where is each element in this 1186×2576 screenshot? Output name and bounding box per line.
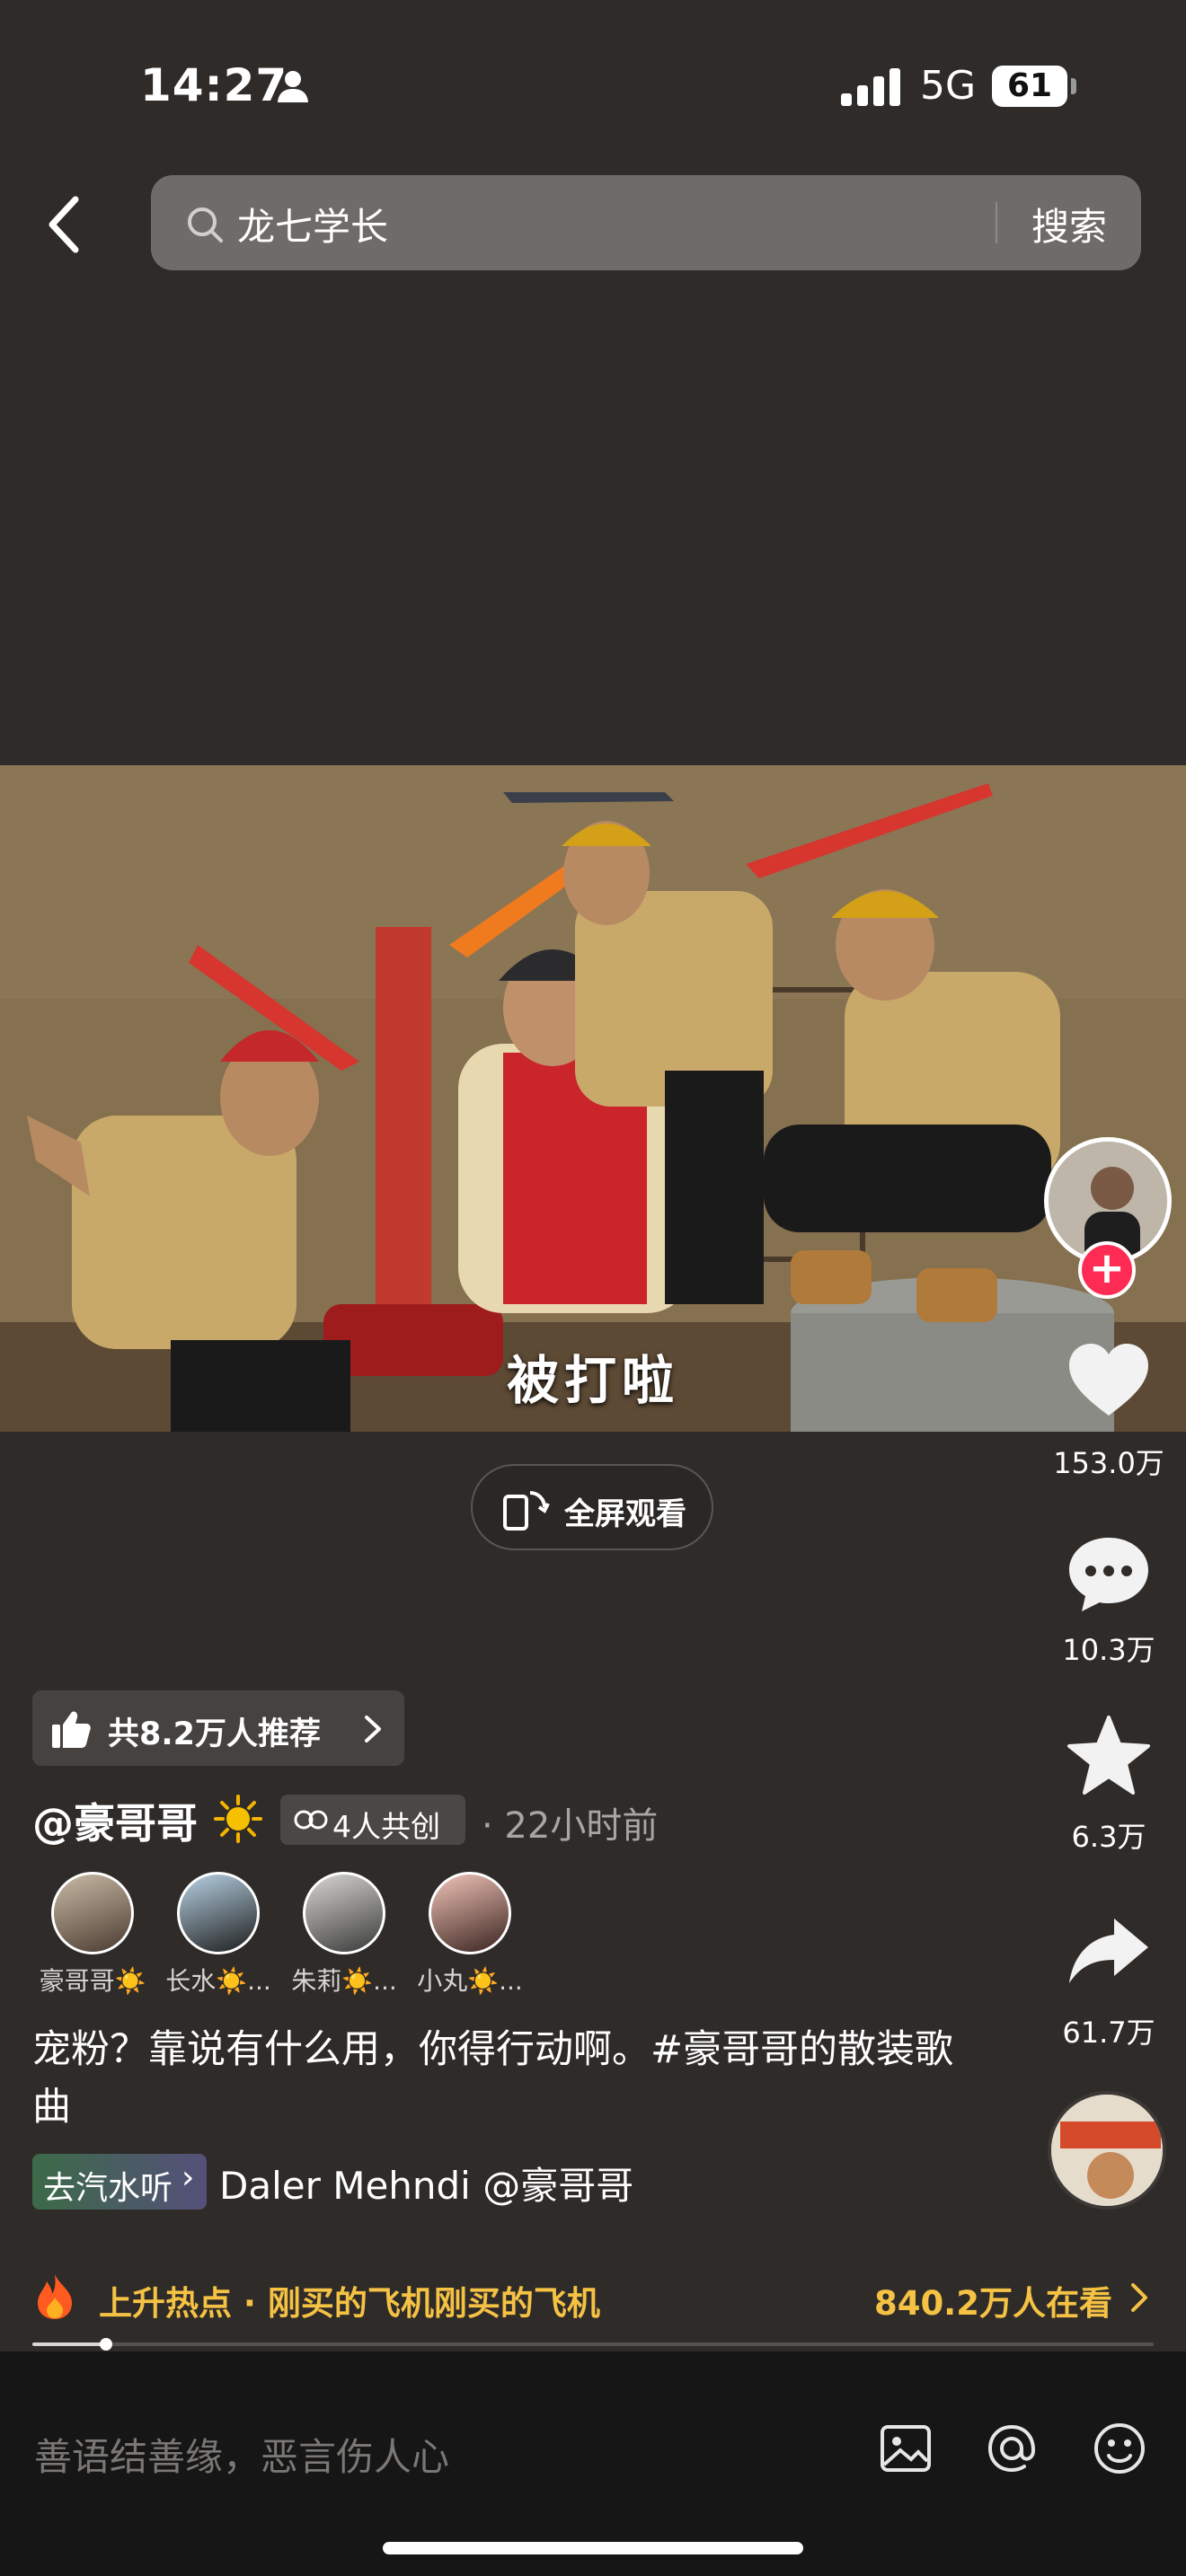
author-handle[interactable]: @豪哥哥 bbox=[32, 1791, 198, 1850]
collaborator[interactable]: 小丸☀️... bbox=[403, 1872, 537, 1998]
share-icon[interactable] bbox=[1064, 1906, 1154, 1996]
qishui-label: 去汽水听 bbox=[43, 2170, 173, 2207]
follow-button[interactable]: + bbox=[1078, 1241, 1136, 1299]
video-player[interactable]: 被打啦 bbox=[0, 765, 1186, 1432]
collaborator[interactable]: 豪哥哥☀️ bbox=[25, 1872, 160, 1998]
emoji-icon[interactable] bbox=[1087, 2416, 1152, 2481]
collaborator-name: 小丸☀️... bbox=[417, 1966, 523, 1996]
comment-count: 10.3万 bbox=[1062, 1633, 1155, 1667]
chevron-right-icon: › bbox=[181, 2159, 195, 2196]
sun-emoji-icon bbox=[214, 1795, 262, 1843]
cocreate-label: 4人共创 bbox=[332, 1809, 440, 1844]
star-icon[interactable] bbox=[1064, 1712, 1154, 1802]
search-button[interactable]: 搜索 bbox=[1031, 197, 1107, 251]
thumbs-up-icon bbox=[52, 1711, 91, 1748]
share-count: 61.7万 bbox=[1062, 2016, 1155, 2050]
rotate-screen-icon bbox=[503, 1491, 550, 1531]
collaborator-avatar bbox=[429, 1872, 511, 1954]
fullscreen-label: 全屏观看 bbox=[564, 1496, 686, 1532]
status-time: 14:27 bbox=[140, 59, 288, 111]
collaborator-avatar bbox=[303, 1872, 385, 1954]
comment-bar: 善语结善缘，恶言伤人心 bbox=[0, 2351, 1186, 2576]
heart-icon[interactable] bbox=[1064, 1337, 1154, 1426]
comment-input[interactable]: 善语结善缘，恶言伤人心 bbox=[34, 2427, 449, 2482]
music-track[interactable]: Daler Mehndi @豪哥哥 bbox=[219, 2156, 633, 2210]
collaborator-name: 豪哥哥☀️ bbox=[39, 1966, 146, 1996]
link-icon bbox=[294, 1810, 328, 1830]
listen-on-qishui-button[interactable]: 去汽水听 › bbox=[32, 2154, 207, 2210]
person-icon bbox=[278, 71, 308, 102]
progress-knob[interactable] bbox=[100, 2338, 113, 2351]
video-caption: 被打啦 bbox=[506, 1350, 679, 1411]
album-cover-image bbox=[1051, 2095, 1163, 2206]
at-mention-icon[interactable] bbox=[979, 2416, 1044, 2481]
network-type: 5G bbox=[920, 63, 977, 109]
progress-fill bbox=[32, 2342, 107, 2346]
video-frame-image bbox=[0, 765, 1186, 1432]
cocreate-badge[interactable]: 4人共创 bbox=[280, 1795, 465, 1845]
battery-icon: 61 bbox=[992, 66, 1067, 107]
video-progress-bar[interactable] bbox=[32, 2338, 1154, 2351]
flame-icon bbox=[38, 2274, 72, 2319]
search-icon bbox=[188, 207, 223, 243]
music-disc[interactable] bbox=[1048, 2091, 1166, 2210]
favorite-count: 6.3万 bbox=[1071, 1820, 1146, 1854]
like-count: 153.0万 bbox=[1053, 1446, 1164, 1480]
back-icon[interactable] bbox=[40, 192, 90, 257]
collaborator-avatar bbox=[177, 1872, 260, 1954]
hot-topic-label: 上升热点 · 刚买的飞机刚买的飞机 bbox=[99, 2284, 600, 2323]
video-description: 宠粉？靠说有什么用，你得行动啊。#豪哥哥的散装歌曲 bbox=[32, 2027, 954, 2130]
collaborator-name: 长水☀️... bbox=[165, 1966, 271, 1996]
collaborator-name: 朱莉☀️... bbox=[291, 1966, 397, 1996]
image-icon[interactable] bbox=[873, 2416, 938, 2481]
collaborator[interactable]: 朱莉☀️... bbox=[277, 1872, 412, 1998]
comment-icon[interactable] bbox=[1064, 1529, 1154, 1619]
search-bar[interactable]: 龙七学长 搜索 bbox=[151, 175, 1141, 270]
chevron-right-icon bbox=[365, 1716, 381, 1742]
post-time: · 22小时前 bbox=[482, 1805, 659, 1847]
collaborator[interactable]: 长水☀️... bbox=[151, 1872, 286, 1998]
chevron-right-icon bbox=[1131, 2283, 1147, 2312]
home-indicator bbox=[383, 2542, 803, 2554]
hot-viewers: 840.2万人在看 bbox=[873, 2284, 1112, 2323]
recommend-count: 共8.2万人推荐 bbox=[108, 1716, 322, 1752]
collaborator-avatar bbox=[51, 1872, 134, 1954]
battery-tip bbox=[1071, 78, 1076, 94]
fullscreen-button[interactable]: 全屏观看 bbox=[471, 1464, 713, 1550]
search-divider bbox=[996, 202, 997, 243]
signal-icon bbox=[841, 68, 900, 106]
hot-topic-bar[interactable]: 上升热点 · 刚买的飞机刚买的飞机 840.2万人在看 bbox=[32, 2271, 1155, 2325]
search-input[interactable]: 龙七学长 bbox=[237, 197, 388, 251]
recommend-pill[interactable]: 共8.2万人推荐 bbox=[32, 1690, 404, 1766]
